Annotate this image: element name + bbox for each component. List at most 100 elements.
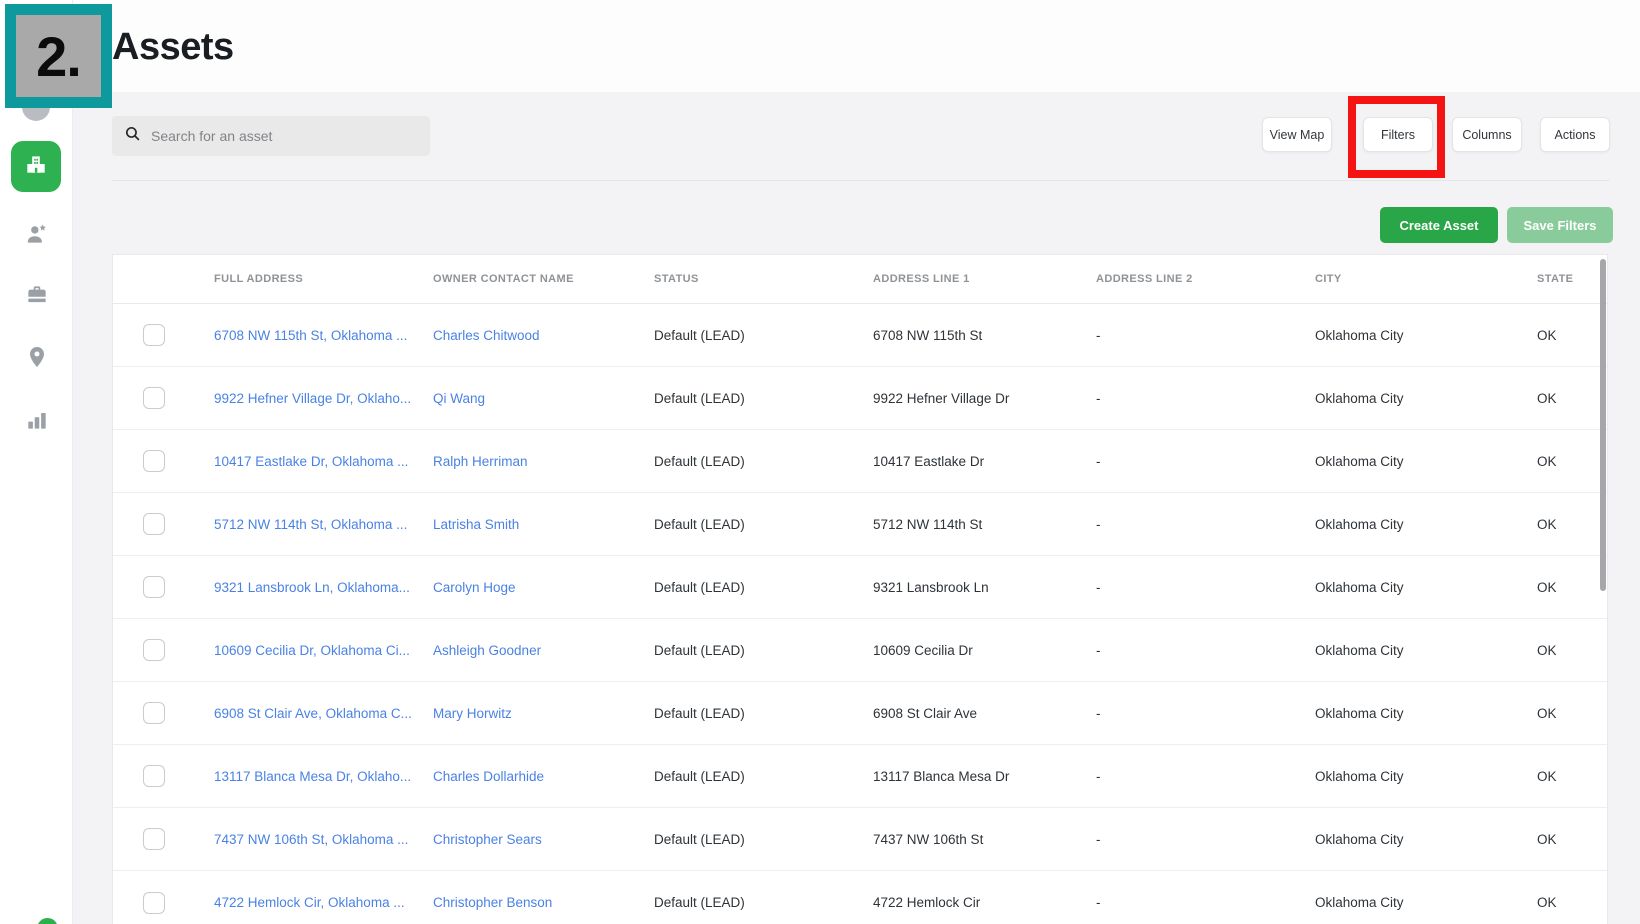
column-header: ADDRESS LINE 2 bbox=[1096, 273, 1193, 285]
owner-contact-link[interactable]: Christopher Sears bbox=[433, 832, 654, 847]
table-row: 6908 St Clair Ave, Oklahoma C... Mary Hor… bbox=[113, 682, 1607, 745]
table-scrollbar[interactable] bbox=[1600, 259, 1606, 591]
search-bar[interactable] bbox=[112, 116, 430, 156]
row-checkbox[interactable] bbox=[143, 450, 165, 472]
row-checkbox[interactable] bbox=[143, 639, 165, 661]
table-row: 7437 NW 106th St, Oklahoma ... Christophe… bbox=[113, 808, 1607, 871]
address-line2-cell: - bbox=[1096, 579, 1101, 595]
assets-building-icon bbox=[23, 151, 49, 182]
page-title: Assets bbox=[112, 26, 234, 68]
full-address-link[interactable]: 9922 Hefner Village Dr, Oklaho... bbox=[214, 391, 433, 406]
status-cell: Default (LEAD) bbox=[654, 831, 745, 847]
address-line1-cell: 5712 NW 114th St bbox=[873, 516, 983, 532]
bar-chart-icon bbox=[24, 407, 50, 433]
city-cell: Oklahoma City bbox=[1315, 705, 1404, 721]
state-cell: OK bbox=[1537, 327, 1557, 343]
row-checkbox[interactable] bbox=[143, 828, 165, 850]
city-cell: Oklahoma City bbox=[1315, 579, 1404, 595]
address-line2-cell: - bbox=[1096, 895, 1101, 910]
owner-contact-link[interactable]: Latrisha Smith bbox=[433, 517, 654, 532]
search-icon bbox=[124, 125, 141, 147]
owner-contact-link[interactable]: Charles Chitwood bbox=[433, 328, 654, 343]
city-cell: Oklahoma City bbox=[1315, 831, 1404, 847]
city-cell: Oklahoma City bbox=[1315, 516, 1404, 532]
full-address-link[interactable]: 5712 NW 114th St, Oklahoma ... bbox=[214, 517, 433, 532]
owner-contact-link[interactable]: Charles Dollarhide bbox=[433, 769, 654, 784]
address-line1-cell: 9922 Hefner Village Dr bbox=[873, 390, 1010, 406]
sidebar-item-reports[interactable] bbox=[0, 406, 73, 434]
owner-contact-link[interactable]: Carolyn Hoge bbox=[433, 580, 654, 595]
full-address-link[interactable]: 10609 Cecilia Dr, Oklahoma Ci... bbox=[214, 643, 433, 658]
column-header: STATE bbox=[1537, 273, 1574, 285]
state-cell: OK bbox=[1537, 390, 1557, 406]
city-cell: Oklahoma City bbox=[1315, 327, 1404, 343]
owner-contact-link[interactable]: Ralph Herriman bbox=[433, 454, 654, 469]
sidebar-item-assets[interactable] bbox=[11, 141, 61, 192]
owner-contact-link[interactable]: Qi Wang bbox=[433, 391, 654, 406]
table-row: 4722 Hemlock Cir, Oklahoma ... Christophe… bbox=[113, 871, 1607, 924]
column-header: STATUS bbox=[654, 273, 699, 285]
sidebar-item-jobs[interactable] bbox=[0, 281, 73, 309]
view-map-button[interactable]: View Map bbox=[1262, 117, 1332, 152]
full-address-link[interactable]: 6708 NW 115th St, Oklahoma ... bbox=[214, 328, 433, 343]
table-body: 6708 NW 115th St, Oklahoma ... Charles Ch… bbox=[113, 304, 1607, 924]
page-header bbox=[73, 0, 1640, 92]
address-line1-cell: 13117 Blanca Mesa Dr bbox=[873, 768, 1010, 784]
full-address-link[interactable]: 9321 Lansbrook Ln, Oklahoma... bbox=[214, 580, 433, 595]
status-cell: Default (LEAD) bbox=[654, 895, 745, 910]
row-checkbox[interactable] bbox=[143, 576, 165, 598]
row-checkbox[interactable] bbox=[143, 765, 165, 787]
search-input[interactable] bbox=[151, 128, 418, 144]
row-checkbox[interactable] bbox=[143, 702, 165, 724]
filters-button[interactable]: Filters bbox=[1363, 117, 1433, 152]
step-number-badge: 2. bbox=[5, 4, 112, 108]
table-row: 5712 NW 114th St, Oklahoma ... Latrisha S… bbox=[113, 493, 1607, 556]
state-cell: OK bbox=[1537, 579, 1557, 595]
column-header: ADDRESS LINE 1 bbox=[873, 273, 970, 285]
owner-contact-link[interactable]: Mary Horwitz bbox=[433, 706, 654, 721]
state-cell: OK bbox=[1537, 831, 1557, 847]
address-line2-cell: - bbox=[1096, 831, 1101, 847]
address-line2-cell: - bbox=[1096, 390, 1101, 406]
state-cell: OK bbox=[1537, 768, 1557, 784]
state-cell: OK bbox=[1537, 453, 1557, 469]
chat-bubble-icon[interactable] bbox=[37, 918, 58, 924]
status-cell: Default (LEAD) bbox=[654, 705, 745, 721]
owner-contact-link[interactable]: Ashleigh Goodner bbox=[433, 643, 654, 658]
row-checkbox[interactable] bbox=[143, 324, 165, 346]
status-cell: Default (LEAD) bbox=[654, 642, 745, 658]
table-row: 10417 Eastlake Dr, Oklahoma ... Ralph Her… bbox=[113, 430, 1607, 493]
row-checkbox[interactable] bbox=[143, 387, 165, 409]
address-line2-cell: - bbox=[1096, 768, 1101, 784]
full-address-link[interactable]: 13117 Blanca Mesa Dr, Oklaho... bbox=[214, 769, 433, 784]
full-address-link[interactable]: 6908 St Clair Ave, Oklahoma C... bbox=[214, 706, 433, 721]
actions-button[interactable]: Actions bbox=[1540, 117, 1610, 152]
status-cell: Default (LEAD) bbox=[654, 327, 745, 343]
address-line1-cell: 7437 NW 106th St bbox=[873, 831, 984, 847]
city-cell: Oklahoma City bbox=[1315, 642, 1404, 658]
contacts-people-icon bbox=[24, 221, 50, 247]
full-address-link[interactable]: 7437 NW 106th St, Oklahoma ... bbox=[214, 832, 433, 847]
owner-contact-link[interactable]: Christopher Benson bbox=[433, 895, 654, 910]
city-cell: Oklahoma City bbox=[1315, 895, 1404, 910]
address-line2-cell: - bbox=[1096, 705, 1101, 721]
table-row: 10609 Cecilia Dr, Oklahoma Ci... Ashleigh… bbox=[113, 619, 1607, 682]
sidebar-item-territories[interactable] bbox=[0, 343, 73, 371]
table-row: 9922 Hefner Village Dr, Oklaho... Qi Wang… bbox=[113, 367, 1607, 430]
table-row: 13117 Blanca Mesa Dr, Oklaho... Charles D… bbox=[113, 745, 1607, 808]
address-line2-cell: - bbox=[1096, 453, 1101, 469]
address-line1-cell: 10417 Eastlake Dr bbox=[873, 453, 985, 469]
full-address-link[interactable]: 4722 Hemlock Cir, Oklahoma ... bbox=[214, 895, 433, 910]
sidebar-item-contacts[interactable] bbox=[0, 220, 73, 248]
status-cell: Default (LEAD) bbox=[654, 579, 745, 595]
columns-button[interactable]: Columns bbox=[1452, 117, 1522, 152]
row-checkbox[interactable] bbox=[143, 513, 165, 535]
address-line2-cell: - bbox=[1096, 327, 1101, 343]
row-checkbox[interactable] bbox=[143, 891, 165, 914]
create-asset-button[interactable]: Create Asset bbox=[1380, 207, 1498, 243]
status-cell: Default (LEAD) bbox=[654, 453, 745, 469]
full-address-link[interactable]: 10417 Eastlake Dr, Oklahoma ... bbox=[214, 454, 433, 469]
state-cell: OK bbox=[1537, 705, 1557, 721]
save-filters-button[interactable]: Save Filters bbox=[1507, 207, 1613, 243]
column-header: OWNER CONTACT NAME bbox=[433, 273, 574, 285]
